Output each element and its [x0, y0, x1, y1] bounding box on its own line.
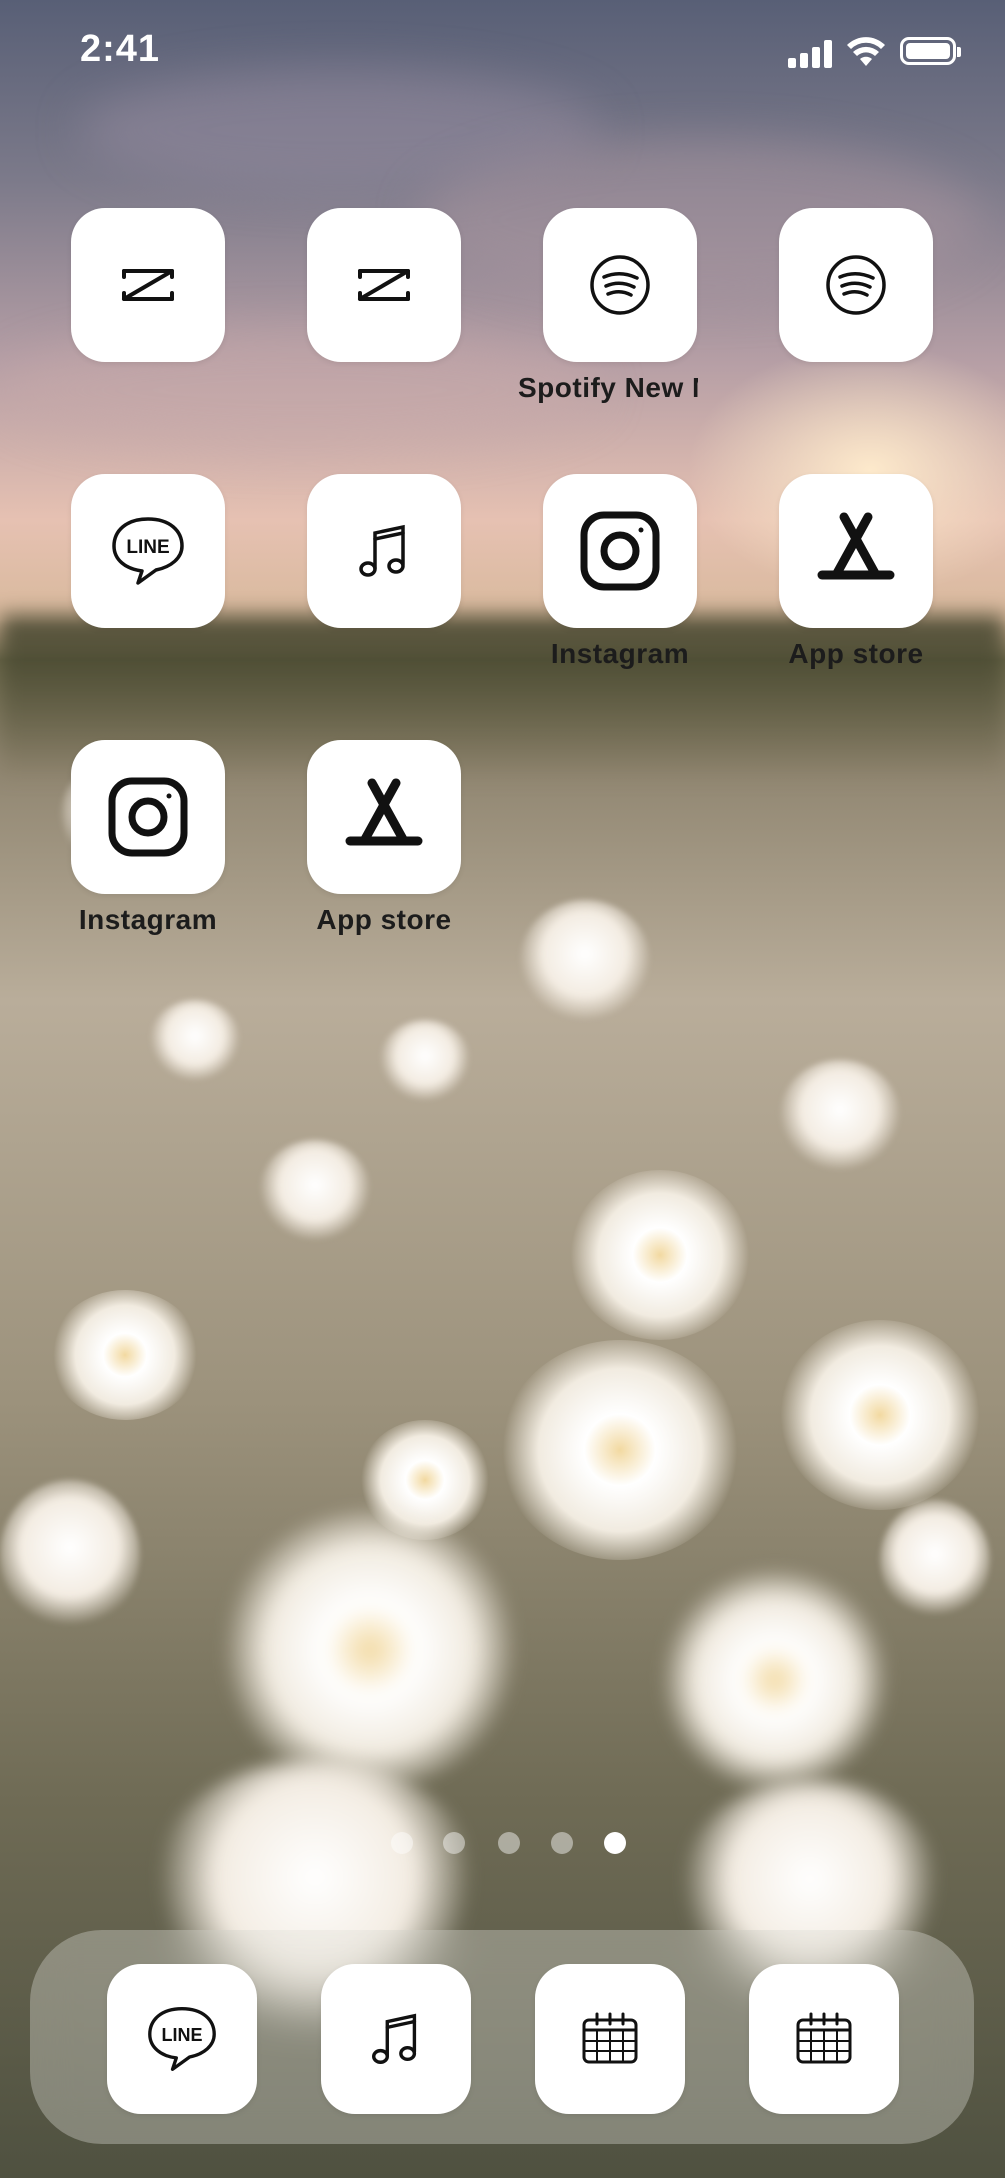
app-app-store-2[interactable]: App store [307, 740, 461, 936]
page-dot[interactable] [551, 1832, 573, 1854]
spotify-icon[interactable] [779, 208, 933, 362]
app-store-icon[interactable] [779, 474, 933, 628]
app-label: Instagram [550, 638, 690, 669]
music-note-icon[interactable] [321, 1964, 471, 2114]
page-dot[interactable] [498, 1832, 520, 1854]
app-capcut-1[interactable] [71, 208, 225, 372]
page-indicator[interactable] [0, 1832, 1005, 1858]
app-app-store-1[interactable]: App store [779, 474, 933, 670]
clock: 2:41 [80, 28, 161, 70]
app-line[interactable]: LINE [71, 474, 225, 638]
cellular-signal-icon [788, 40, 836, 68]
svg-text:LINE: LINE [126, 537, 169, 558]
app-music[interactable] [307, 474, 461, 638]
calendar-icon[interactable] [749, 1964, 899, 2114]
app-instagram-2[interactable]: Instagram [71, 740, 225, 936]
calendar-icon[interactable] [535, 1964, 685, 2114]
battery-icon [900, 37, 961, 65]
dock: LINE [30, 1930, 974, 2144]
instagram-icon[interactable] [543, 474, 697, 628]
music-note-icon[interactable] [307, 474, 461, 628]
app-spotify-2[interactable] [779, 208, 933, 372]
app-spotify-1[interactable]: Spotify New M [518, 208, 698, 404]
page-dot[interactable] [443, 1832, 465, 1854]
app-instagram-1[interactable]: Instagram [543, 474, 697, 670]
line-icon[interactable]: LINE [71, 474, 225, 628]
line-icon[interactable]: LINE [107, 1964, 257, 2114]
instagram-icon[interactable] [71, 740, 225, 894]
app-label: App store [316, 904, 452, 935]
app-label: App store [788, 638, 924, 669]
app-store-icon[interactable] [307, 740, 461, 894]
spotify-icon[interactable] [543, 208, 697, 362]
svg-text:LINE: LINE [161, 2025, 202, 2045]
page-dot[interactable] [391, 1832, 413, 1854]
capcut-icon[interactable] [71, 208, 225, 362]
page-dot-current[interactable] [604, 1832, 626, 1854]
wifi-icon [846, 36, 886, 73]
status-bar: 2:41 [0, 0, 1005, 100]
app-label: Spotify New M [518, 372, 698, 403]
capcut-icon[interactable] [307, 208, 461, 362]
app-capcut-2[interactable] [307, 208, 461, 372]
app-label: Instagram [78, 904, 218, 935]
